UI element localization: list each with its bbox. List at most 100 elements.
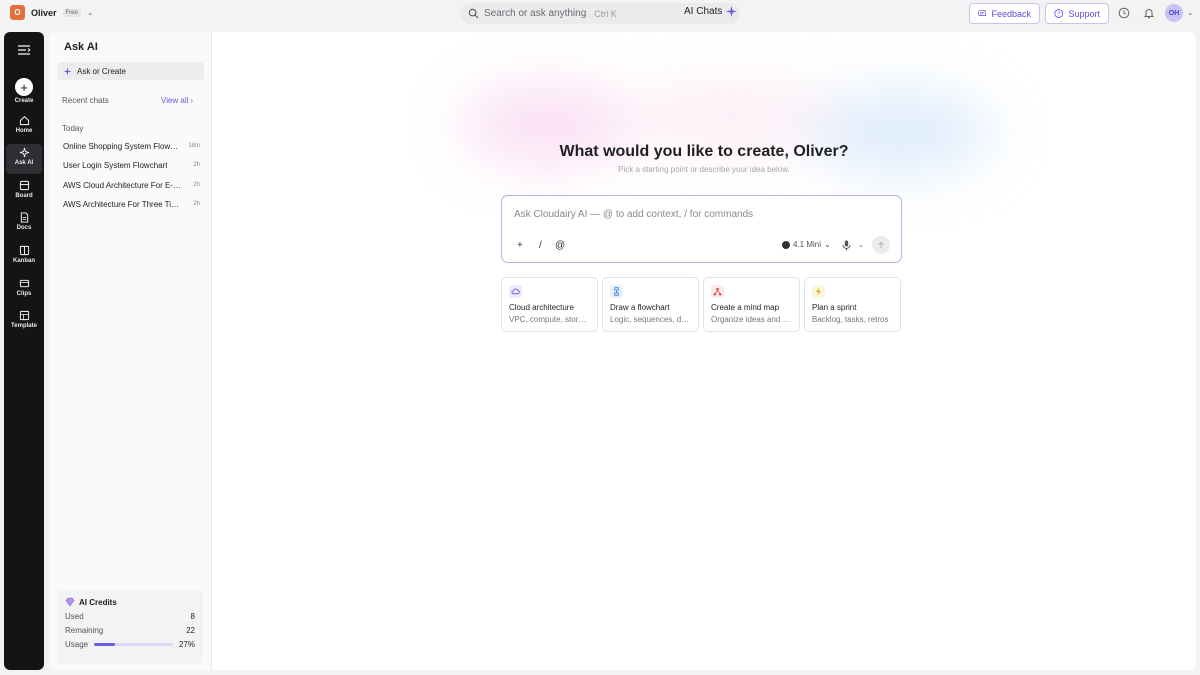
rail-label: Clips	[16, 291, 32, 297]
mention-button[interactable]: @	[555, 240, 565, 251]
plan-badge: Free	[62, 8, 81, 17]
model-label: 4.1 Mini	[793, 240, 822, 249]
chevron-down-icon[interactable]: ⌄	[1187, 8, 1194, 17]
chat-time: 18m	[188, 143, 200, 149]
rail-item-clips[interactable]: Clips	[6, 275, 42, 305]
message-icon	[978, 10, 987, 16]
model-selector[interactable]: 4.1 Mini ⌄	[782, 240, 831, 249]
rail-item-kanban[interactable]: Kanban	[6, 242, 42, 272]
chat-title: AWS Architecture For Three Tier App	[63, 199, 181, 209]
page-title: What would you like to create, Oliver?	[559, 143, 849, 160]
credits-used-row: Used 8	[65, 612, 195, 621]
chevron-right-icon: ›	[190, 96, 194, 105]
cloud-icon	[509, 285, 522, 298]
workspace-switcher[interactable]: O Oliver Free ⌄	[10, 5, 94, 20]
plus-icon: +	[15, 78, 33, 96]
chat-title: AWS Cloud Architecture For E-commerce	[63, 180, 181, 190]
board-icon	[19, 180, 29, 191]
chevron-down-icon: ⌄	[86, 8, 94, 17]
remaining-label: Remaining	[65, 626, 104, 635]
usage-progress-fill	[94, 643, 116, 646]
rail-label: Create	[14, 98, 34, 104]
rail-label: Template	[11, 323, 37, 329]
usage-progress-bar	[94, 643, 173, 646]
bell-icon[interactable]	[1143, 7, 1155, 19]
panel-title: Ask AI	[64, 41, 98, 53]
chat-title: User Login System Flowchart	[63, 160, 168, 170]
chat-item[interactable]: AWS Cloud Architecture For E-commerce 2h	[59, 177, 204, 193]
template-icon	[19, 310, 29, 321]
chat-item[interactable]: User Login System Flowchart 2h	[59, 157, 204, 173]
credits-usage-row: Usage 27%	[65, 640, 195, 649]
rail-item-docs[interactable]: Docs	[6, 209, 42, 239]
suggestion-card-sprint[interactable]: Plan a sprint Backlog, tasks, retros	[804, 277, 901, 332]
usage-value: 27%	[178, 640, 195, 649]
feedback-button[interactable]: Feedback	[969, 3, 1040, 24]
add-button[interactable]: +	[517, 240, 523, 251]
chat-title: Online Shopping System Flowchart	[63, 141, 181, 151]
background-glow	[632, 82, 832, 152]
svg-text:?: ?	[1057, 12, 1060, 18]
ai-chats-label: AI Chats	[684, 6, 723, 17]
rail-label: Board	[15, 193, 33, 199]
rail-item-home[interactable]: Home	[6, 112, 42, 142]
search-bar[interactable]: Search or ask anything Ctrl K AI Chats	[460, 3, 740, 24]
credits-header: AI Credits	[65, 597, 195, 607]
model-icon	[782, 240, 790, 249]
card-description: Backlog, tasks, retros	[812, 315, 889, 324]
chat-item[interactable]: AWS Architecture For Three Tier App 2h	[59, 196, 204, 212]
lightning-icon	[812, 285, 825, 298]
suggestion-card-mind-map[interactable]: Create a mind map Organize ideas and lin…	[703, 277, 800, 332]
usage-label: Usage	[65, 640, 89, 649]
sparkle-icon	[19, 147, 29, 158]
used-label: Used	[65, 612, 84, 621]
card-description: Logic, sequences, decisions	[610, 315, 691, 324]
used-value: 8	[190, 612, 195, 621]
rail-item-template[interactable]: Template	[6, 307, 42, 337]
flowchart-icon	[610, 285, 623, 298]
prompt-placeholder: Ask Cloudairy AI — @ to add context, / f…	[514, 209, 754, 220]
page-subtitle: Pick a starting point or describe your i…	[618, 165, 790, 174]
command-button[interactable]: /	[539, 240, 542, 251]
rail-item-create[interactable]: + Create	[6, 75, 42, 105]
feedback-label: Feedback	[991, 8, 1031, 19]
microphone-icon[interactable]	[842, 240, 851, 251]
remaining-value: 22	[186, 626, 195, 635]
docs-icon	[20, 212, 28, 223]
search-placeholder: Search or ask anything	[484, 8, 587, 19]
suggestion-card-cloud-architecture[interactable]: Cloud architecture VPC, compute, storage…	[501, 277, 598, 332]
rail-item-ask-ai[interactable]: Ask AI	[6, 144, 42, 174]
ask-or-create-button[interactable]: Ask or Create	[57, 62, 204, 80]
prompt-input[interactable]: Ask Cloudairy AI — @ to add context, / f…	[501, 195, 902, 263]
workspace-avatar: O	[10, 5, 25, 20]
ai-chats-button[interactable]: AI Chats	[684, 6, 738, 17]
recent-chats-label: Recent chats	[62, 96, 109, 105]
chevron-down-icon[interactable]: ⌄	[858, 241, 864, 249]
diamond-icon	[65, 597, 75, 607]
view-all-link[interactable]: View all ›	[161, 96, 193, 105]
card-description: VPC, compute, storage, networking	[509, 315, 590, 324]
rail-label: Kanban	[12, 258, 35, 264]
chat-item[interactable]: Online Shopping System Flowchart 18m	[59, 138, 204, 154]
chat-time: 2h	[193, 182, 200, 188]
mindmap-icon	[711, 285, 724, 298]
menu-icon[interactable]	[17, 44, 31, 56]
suggestion-card-flowchart[interactable]: Draw a flowchart Logic, sequences, decis…	[602, 277, 699, 332]
chat-time: 2h	[193, 201, 200, 207]
rail-label: Docs	[16, 225, 32, 231]
card-title: Plan a sprint	[812, 303, 857, 312]
view-all-label: View all	[161, 96, 189, 105]
credits-title: AI Credits	[79, 597, 117, 607]
ask-or-create-label: Ask or Create	[77, 66, 126, 76]
sparkle-icon	[63, 66, 72, 76]
chat-time: 2h	[193, 162, 200, 168]
card-title: Draw a flowchart	[610, 303, 670, 312]
user-avatar[interactable]: OH	[1165, 4, 1183, 22]
support-button[interactable]: ? Support	[1045, 3, 1109, 24]
rail-item-board[interactable]: Board	[6, 177, 42, 207]
clock-icon[interactable]	[1118, 7, 1130, 19]
rail-label: Ask AI	[14, 160, 34, 166]
send-button[interactable]	[872, 236, 890, 254]
main-canvas: What would you like to create, Oliver? P…	[212, 32, 1196, 670]
arrow-up-icon	[878, 241, 884, 248]
